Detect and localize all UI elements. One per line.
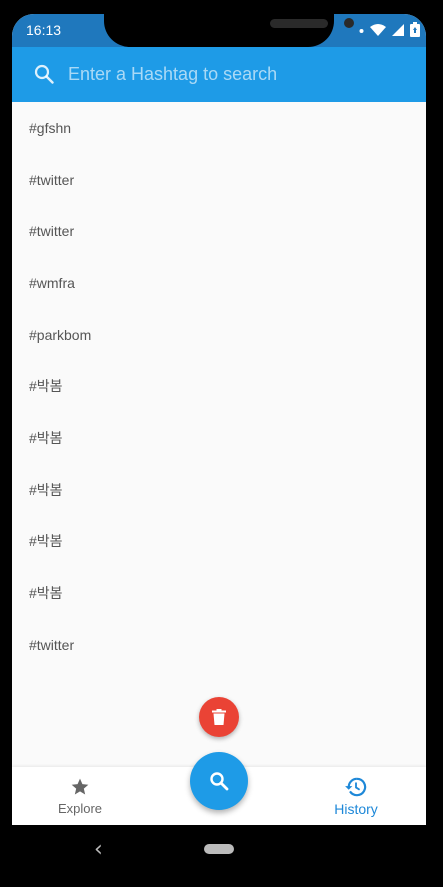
history-item[interactable]: #twitter xyxy=(12,154,426,206)
history-list: #gfshn #twitter #twitter #wmfra #parkbom #박봄 #… xyxy=(12,102,426,767)
back-button[interactable]: ‹ xyxy=(94,839,103,861)
history-item[interactable]: #박봄 xyxy=(12,516,426,568)
system-navigation-bar: ‹ xyxy=(0,825,443,887)
history-item[interactable]: #gfshn xyxy=(12,102,426,154)
history-item[interactable]: #parkbom xyxy=(12,309,426,361)
search-icon xyxy=(210,772,229,791)
search-header xyxy=(12,47,426,102)
front-camera xyxy=(344,18,354,28)
hashtag-search-input[interactable] xyxy=(64,57,402,91)
history-item[interactable]: #박봄 xyxy=(12,360,426,412)
dot-icon xyxy=(359,28,364,33)
history-item[interactable]: #박봄 xyxy=(12,567,426,619)
history-item[interactable]: #wmfra xyxy=(12,257,426,309)
status-icons xyxy=(359,22,420,37)
history-icon xyxy=(345,777,367,797)
speaker-grille xyxy=(270,19,328,28)
history-item[interactable]: #박봄 xyxy=(12,464,426,516)
search-icon xyxy=(34,64,54,84)
nav-explore-label: Explore xyxy=(57,801,103,816)
delete-history-button[interactable] xyxy=(199,697,239,737)
home-button[interactable] xyxy=(204,844,234,854)
status-bar: 16:13 xyxy=(12,14,426,47)
nav-history-label: History xyxy=(334,801,378,817)
signal-icon xyxy=(392,23,404,36)
app-screen: 16:13 #gfshn#twitter#twitter#wmfra#parkb… xyxy=(12,14,426,825)
camera-notch xyxy=(104,14,354,47)
status-time: 16:13 xyxy=(26,22,62,38)
history-item[interactable]: #twitter xyxy=(12,619,426,671)
wifi-icon xyxy=(370,23,386,36)
nav-explore[interactable]: Explore xyxy=(30,777,130,816)
trash-icon xyxy=(212,709,226,725)
search-fab-button[interactable] xyxy=(190,752,248,810)
nav-history[interactable]: History xyxy=(306,777,406,817)
star-icon xyxy=(71,778,89,795)
history-item[interactable]: #박봄 xyxy=(12,412,426,464)
battery-icon xyxy=(410,22,420,37)
history-item[interactable]: #twitter xyxy=(12,205,426,257)
